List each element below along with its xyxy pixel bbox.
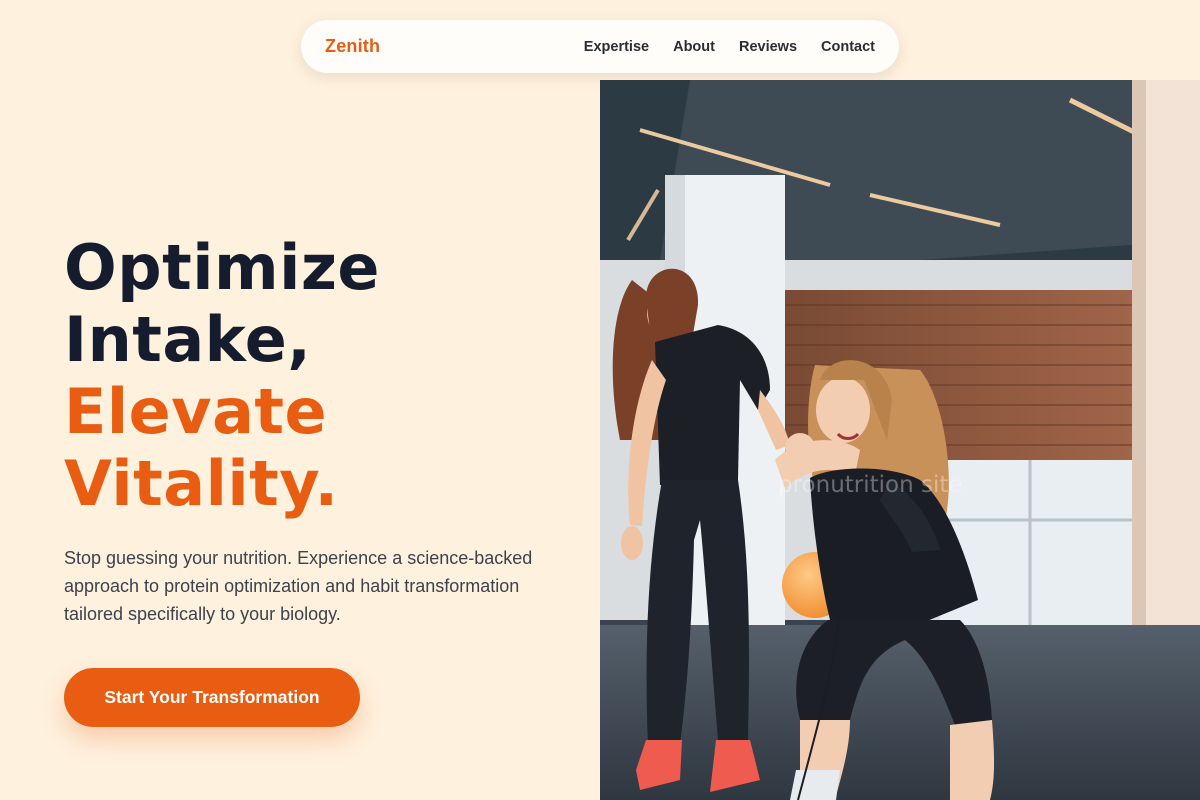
top-navigation: Zenith Expertise About Reviews Contact — [301, 20, 899, 73]
headline-line-4: Vitality. — [64, 447, 339, 520]
nav-links: Expertise About Reviews Contact — [584, 39, 875, 55]
brand-logo[interactable]: Zenith — [325, 36, 380, 57]
hero-subtext: Stop guessing your nutrition. Experience… — [64, 548, 533, 624]
hero-photo: pronutrition site — [600, 80, 1200, 800]
headline-line-1: Optimize — [64, 231, 380, 304]
nav-link-reviews[interactable]: Reviews — [739, 39, 797, 55]
start-transformation-button[interactable]: Start Your Transformation — [64, 668, 360, 727]
nav-link-contact[interactable]: Contact — [821, 39, 875, 55]
nav-link-expertise[interactable]: Expertise — [584, 39, 649, 55]
nav-link-about[interactable]: About — [673, 39, 715, 55]
hero-headline: Optimize Intake, Elevate Vitality. — [64, 232, 380, 520]
headline-line-2: Intake, — [64, 303, 312, 376]
photo-watermark: pronutrition site — [778, 472, 963, 498]
headline-line-3: Elevate — [64, 375, 328, 448]
